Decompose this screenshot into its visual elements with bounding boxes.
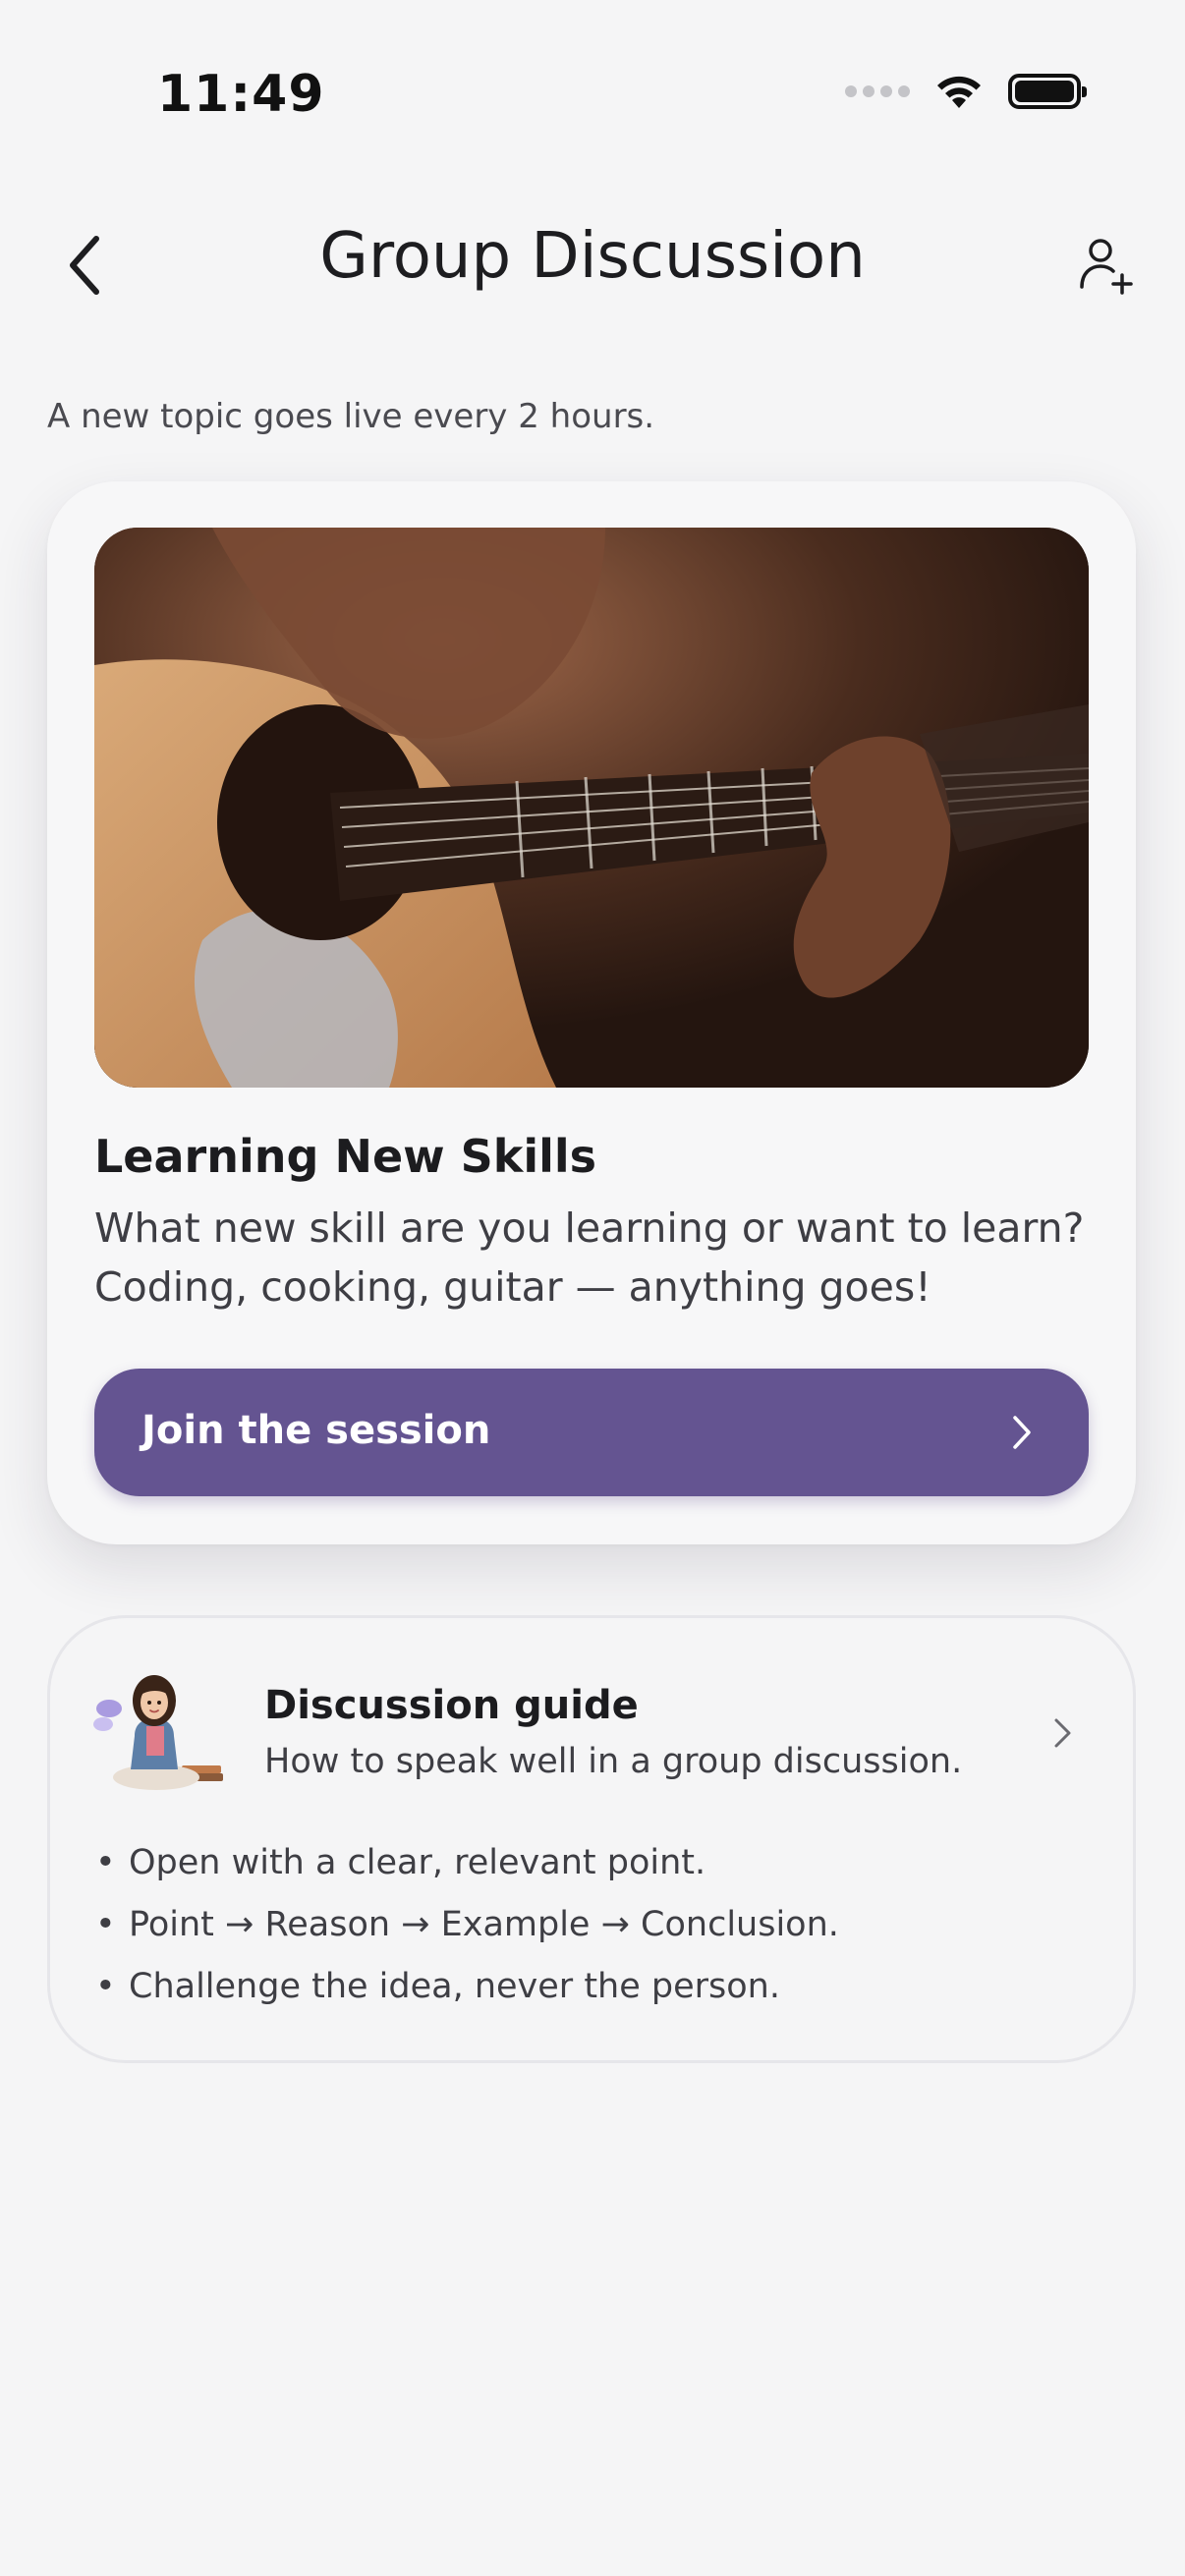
- join-session-button[interactable]: Join the session: [94, 1369, 1089, 1496]
- topic-frequency-note: A new topic goes live every 2 hours.: [47, 397, 655, 436]
- wifi-icon: [937, 76, 981, 108]
- join-session-label: Join the session: [141, 1408, 491, 1453]
- page-title: Group Discussion: [319, 220, 866, 293]
- guide-point: Challenge the idea, never the person.: [95, 1956, 839, 2018]
- topic-image: [94, 528, 1089, 1088]
- topic-title: Learning New Skills: [94, 1130, 597, 1183]
- chevron-right-icon: [1013, 1416, 1031, 1449]
- status-icons: [845, 73, 1087, 110]
- topic-description: What new skill are you learning or want …: [94, 1204, 1085, 1311]
- screen: 11:49 Group Discussion A new topic goes …: [0, 0, 1185, 2576]
- status-time: 11:49: [157, 65, 325, 124]
- cellular-signal-icon: [845, 85, 910, 97]
- topic-card: Learning New Skills What new skill are y…: [47, 481, 1136, 1544]
- guide-point: Point → Reason → Example → Conclusion.: [95, 1894, 839, 1956]
- battery-icon: [1008, 74, 1087, 109]
- chevron-right-icon: [1054, 1718, 1071, 1748]
- guide-subtitle: How to speak well in a group discussion.: [264, 1742, 963, 1781]
- guitar-illustration: [94, 528, 1089, 1088]
- guide-title: Discussion guide: [264, 1683, 639, 1728]
- discussion-guide-card[interactable]: Discussion guide How to speak well in a …: [47, 1615, 1136, 2063]
- guide-points-list: Open with a clear, relevant point. Point…: [95, 1832, 839, 2018]
- person-add-icon: [1080, 239, 1133, 295]
- guide-point: Open with a clear, relevant point.: [95, 1832, 839, 1894]
- add-participant-button[interactable]: [1071, 228, 1142, 303]
- guide-avatar-illustration: [93, 1675, 223, 1790]
